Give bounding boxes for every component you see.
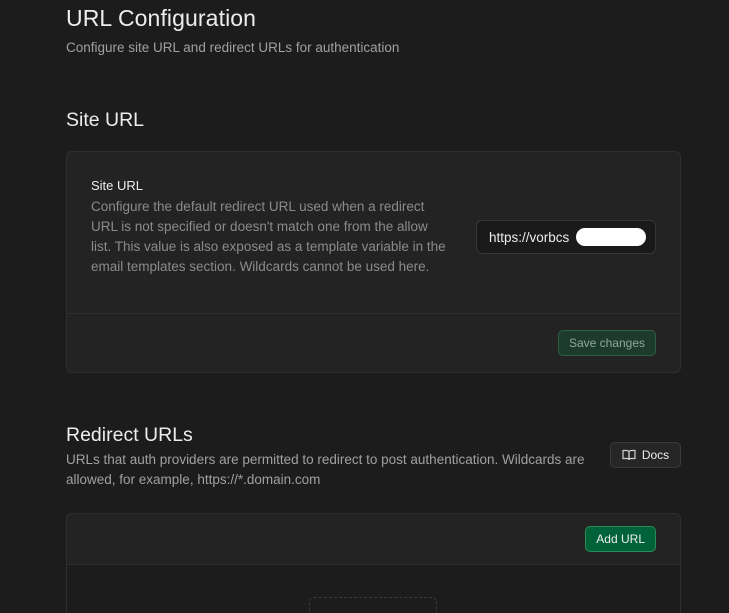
docs-button[interactable]: Docs [610, 442, 681, 468]
page-subtitle: Configure site URL and redirect URLs for… [66, 40, 400, 55]
redacted-overlay [576, 228, 646, 246]
redirect-urls-list [67, 565, 680, 613]
redirect-urls-card-header: Add URL [67, 514, 680, 565]
site-url-section-title: Site URL [66, 109, 145, 131]
site-url-card-footer: Save changes [67, 313, 680, 372]
redirect-urls-section-title: Redirect URLs [66, 424, 193, 446]
site-url-card-body: Site URL Configure the default redirect … [67, 152, 680, 314]
save-changes-button[interactable]: Save changes [557, 330, 656, 356]
site-url-field-label: Site URL [91, 178, 144, 193]
empty-state-placeholder [309, 597, 437, 613]
redirect-urls-description: URLs that auth providers are permitted t… [66, 452, 585, 487]
docs-button-label: Docs [641, 448, 670, 462]
add-url-button[interactable]: Add URL [585, 526, 656, 552]
book-icon [622, 449, 636, 461]
page-title: URL Configuration [66, 5, 257, 31]
site-url-card: Site URL Configure the default redirect … [66, 151, 681, 373]
url-configuration-page: URL Configuration Configure site URL and… [0, 0, 729, 613]
redirect-urls-card: Add URL [66, 513, 681, 613]
site-url-description: Configure the default redirect URL used … [91, 199, 446, 274]
